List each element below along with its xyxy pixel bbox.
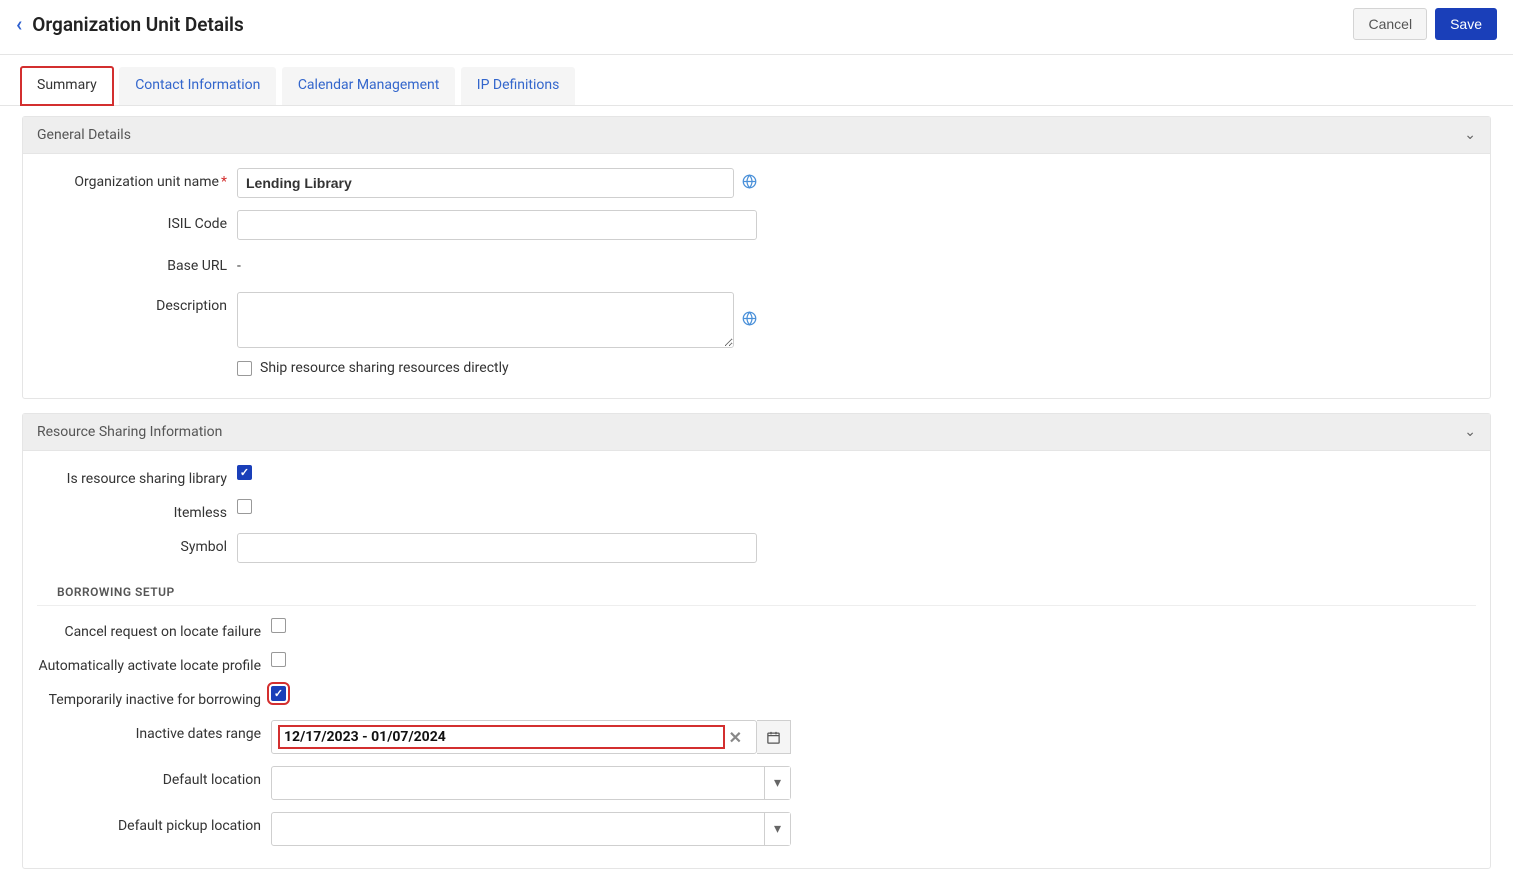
inactive-range-input[interactable]: 12/17/2023 - 01/07/2024 ✕: [271, 720, 757, 754]
panel-resource-sharing: Resource Sharing Information ⌄ Is resour…: [22, 413, 1491, 869]
borrowing-setup-heading: BORROWING SETUP: [37, 575, 1476, 606]
label-itemless: Itemless: [37, 499, 237, 521]
chevron-down-icon: ⌄: [1464, 424, 1476, 440]
ctrl-symbol: [237, 533, 757, 563]
ctrl-default-location: ▾: [271, 766, 791, 800]
description-textarea[interactable]: [237, 292, 734, 348]
label-is-rs: Is resource sharing library: [37, 465, 237, 487]
chevron-down-icon: ⌄: [1464, 127, 1476, 143]
label-cancel-locate: Cancel request on locate failure: [37, 618, 271, 640]
panel-body-general: Organization unit name* ISIL Code Base U…: [23, 154, 1490, 398]
ctrl-default-pickup: ▾: [271, 812, 791, 846]
row-description: Description: [37, 292, 1476, 348]
org-name-input[interactable]: [237, 168, 734, 198]
back-chevron-icon[interactable]: ‹: [16, 12, 22, 36]
label-default-pickup: Default pickup location: [37, 812, 271, 834]
date-range-wrap: 12/17/2023 - 01/07/2024 ✕: [271, 720, 791, 754]
row-inactive-range: Inactive dates range 12/17/2023 - 01/07/…: [37, 720, 1476, 754]
itemless-checkbox[interactable]: [237, 499, 252, 514]
cancel-button[interactable]: Cancel: [1353, 8, 1427, 40]
caret-down-icon: ▾: [764, 813, 790, 845]
ctrl-itemless: [237, 499, 757, 514]
row-org-name: Organization unit name*: [37, 168, 1476, 198]
symbol-input[interactable]: [237, 533, 757, 563]
panel-header-general[interactable]: General Details ⌄: [23, 117, 1490, 154]
caret-down-icon: ▾: [764, 767, 790, 799]
cancel-locate-checkbox[interactable]: [271, 618, 286, 633]
globe-icon[interactable]: [742, 174, 757, 193]
page-title: Organization Unit Details: [32, 13, 1345, 36]
page-header: ‹ Organization Unit Details Cancel Save: [0, 0, 1513, 55]
required-asterisk: *: [221, 174, 227, 190]
clear-icon[interactable]: ✕: [723, 728, 748, 747]
ctrl-cancel-locate: [271, 618, 791, 633]
row-default-location: Default location ▾: [37, 766, 1476, 800]
ship-directly-label: Ship resource sharing resources directly: [260, 360, 509, 376]
label-auto-locate: Automatically activate locate profile: [37, 652, 271, 674]
label-org-name: Organization unit name*: [37, 168, 237, 190]
globe-icon[interactable]: [742, 311, 757, 330]
row-cancel-locate: Cancel request on locate failure: [37, 618, 1476, 640]
inactive-range-value: 12/17/2023 - 01/07/2024: [280, 727, 723, 747]
default-location-select[interactable]: ▾: [271, 766, 791, 800]
label-symbol: Symbol: [37, 533, 237, 555]
tab-summary[interactable]: Summary: [20, 66, 114, 106]
ship-directly-checkbox[interactable]: [237, 361, 252, 376]
ctrl-inactive-range: 12/17/2023 - 01/07/2024 ✕: [271, 720, 791, 754]
label-inactive-range: Inactive dates range: [37, 720, 271, 742]
panel-title-general: General Details: [37, 127, 131, 143]
panel-body-resource: Is resource sharing library ✓ Itemless S…: [23, 451, 1490, 868]
row-base-url: Base URL -: [37, 252, 1476, 280]
tab-ip-definitions[interactable]: IP Definitions: [461, 67, 576, 105]
ctrl-org-name: [237, 168, 757, 198]
label-org-name-text: Organization unit name: [74, 174, 219, 190]
label-temp-inactive: Temporarily inactive for borrowing: [37, 686, 271, 708]
is-rs-checkbox[interactable]: ✓: [237, 465, 252, 480]
row-auto-locate: Automatically activate locate profile: [37, 652, 1476, 674]
tabs-bar: Summary Contact Information Calendar Man…: [0, 55, 1513, 106]
ctrl-ship-directly: Ship resource sharing resources directly: [237, 360, 757, 376]
row-default-pickup: Default pickup location ▾: [37, 812, 1476, 846]
label-default-location: Default location: [37, 766, 271, 788]
calendar-button[interactable]: [757, 720, 791, 754]
row-symbol: Symbol: [37, 533, 1476, 563]
label-isil: ISIL Code: [37, 210, 237, 232]
panel-general-details: General Details ⌄ Organization unit name…: [22, 116, 1491, 399]
row-temp-inactive: Temporarily inactive for borrowing ✓: [37, 686, 1476, 708]
ctrl-is-rs: ✓: [237, 465, 757, 480]
panel-header-resource[interactable]: Resource Sharing Information ⌄: [23, 414, 1490, 451]
isil-input[interactable]: [237, 210, 757, 240]
label-ship-spacer: [37, 360, 237, 366]
default-pickup-select[interactable]: ▾: [271, 812, 791, 846]
panel-title-resource: Resource Sharing Information: [37, 424, 222, 440]
row-is-rs: Is resource sharing library ✓: [37, 465, 1476, 487]
temp-inactive-checkbox[interactable]: ✓: [271, 686, 286, 701]
save-button[interactable]: Save: [1435, 8, 1497, 40]
ctrl-auto-locate: [271, 652, 791, 667]
ctrl-temp-inactive: ✓: [271, 686, 791, 701]
ctrl-description: [237, 292, 757, 348]
row-itemless: Itemless: [37, 499, 1476, 521]
tab-calendar-management[interactable]: Calendar Management: [282, 67, 456, 105]
label-base-url: Base URL: [37, 252, 237, 274]
tab-contact-information[interactable]: Contact Information: [119, 67, 276, 105]
label-description: Description: [37, 292, 237, 314]
row-ship-directly: Ship resource sharing resources directly: [37, 360, 1476, 376]
ctrl-isil: [237, 210, 757, 240]
auto-locate-checkbox[interactable]: [271, 652, 286, 667]
base-url-value: -: [237, 252, 241, 280]
content-area: General Details ⌄ Organization unit name…: [0, 106, 1513, 893]
calendar-icon: [766, 730, 781, 745]
ctrl-base-url: -: [237, 252, 757, 280]
row-isil: ISIL Code: [37, 210, 1476, 240]
